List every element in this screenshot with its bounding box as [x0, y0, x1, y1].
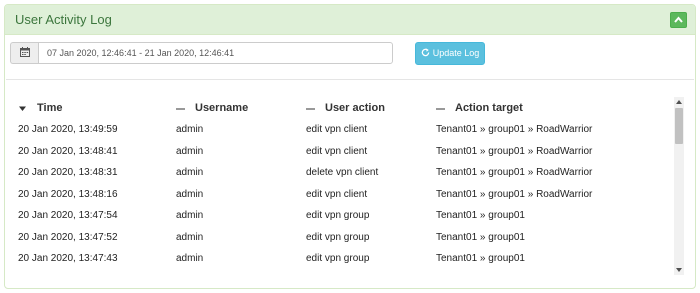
sort-none-icon — [176, 104, 185, 113]
cell-username: admin — [176, 210, 204, 221]
activity-table: Time Username User action Action target … — [6, 97, 678, 275]
sort-none-icon — [436, 104, 445, 113]
cell-time: 20 Jan 2020, 13:48:41 — [18, 145, 118, 157]
cell-action-target: Tenant01 » group01 — [436, 210, 525, 221]
cell-username: admin — [176, 253, 204, 264]
update-log-label: Update Log — [432, 48, 480, 58]
cell-action-target: Tenant01 » group01 » RoadWarrior — [436, 124, 593, 135]
cell-action-target: Tenant01 » group01 » RoadWarrior — [436, 167, 593, 178]
table-header: Time Username User action Action target — [6, 97, 678, 119]
scroll-up-icon[interactable] — [675, 98, 683, 106]
column-label-action-target: Action target — [455, 102, 523, 114]
table-row[interactable]: 20 Jan 2020, 13:47:52 admin edit vpn gro… — [6, 228, 678, 249]
date-range-input[interactable] — [38, 42, 393, 64]
cell-username: admin — [176, 145, 204, 157]
refresh-icon — [421, 48, 430, 59]
sort-desc-icon — [18, 104, 27, 113]
table-row[interactable]: 20 Jan 2020, 13:48:16 admin edit vpn cli… — [6, 185, 678, 206]
cell-user-action: edit vpn client — [306, 188, 368, 200]
panel-heading: User Activity Log — [5, 5, 695, 35]
panel-title: User Activity Log — [15, 12, 112, 27]
cell-time: 20 Jan 2020, 13:47:52 — [18, 231, 118, 243]
cell-user-action: edit vpn group — [306, 210, 370, 221]
table-row[interactable]: 20 Jan 2020, 13:48:41 admin edit vpn cli… — [6, 142, 678, 163]
table-row[interactable]: 20 Jan 2020, 13:47:43 admin edit vpn gro… — [6, 249, 678, 270]
cell-time: 20 Jan 2020, 13:47:43 — [18, 253, 118, 264]
date-range-group — [10, 42, 393, 64]
column-label-user-action: User action — [325, 102, 385, 114]
table-row[interactable]: 20 Jan 2020, 13:48:31 admin delete vpn c… — [6, 163, 678, 184]
cell-action-target: Tenant01 » group01 » RoadWarrior — [436, 145, 593, 157]
cell-time: 20 Jan 2020, 13:48:31 — [18, 167, 118, 178]
table-scrollbar[interactable] — [674, 97, 684, 275]
toolbar-divider — [6, 79, 694, 80]
cell-user-action: edit vpn client — [306, 145, 368, 157]
calendar-addon[interactable] — [10, 42, 38, 64]
collapse-button[interactable] — [670, 11, 687, 28]
table-row[interactable]: 20 Jan 2020, 13:47:54 admin edit vpn gro… — [6, 206, 678, 227]
cell-username: admin — [176, 231, 204, 243]
log-toolbar: Update Log — [10, 41, 485, 65]
cell-username: admin — [176, 167, 204, 178]
cell-time: 20 Jan 2020, 13:48:16 — [18, 188, 118, 200]
cell-username: admin — [176, 124, 204, 135]
cell-time: 20 Jan 2020, 13:47:54 — [18, 210, 118, 221]
column-header-action-target[interactable]: Action target — [436, 101, 523, 115]
column-header-time[interactable]: Time — [18, 101, 62, 115]
cell-user-action: edit vpn group — [306, 231, 370, 243]
cell-action-target: Tenant01 » group01 — [436, 253, 525, 264]
cell-username: admin — [176, 188, 204, 200]
table-row[interactable]: 20 Jan 2020, 13:49:59 admin edit vpn cli… — [6, 120, 678, 141]
calendar-icon — [19, 46, 30, 60]
column-label-time: Time — [37, 102, 63, 114]
cell-action-target: Tenant01 » group01 — [436, 231, 525, 243]
column-header-user-action[interactable]: User action — [306, 101, 385, 115]
scroll-down-icon[interactable] — [675, 266, 683, 274]
cell-time: 20 Jan 2020, 13:49:59 — [18, 124, 118, 135]
column-header-username[interactable]: Username — [176, 101, 248, 115]
cell-user-action: delete vpn client — [306, 167, 379, 178]
sort-none-icon — [306, 104, 315, 113]
cell-user-action: edit vpn group — [306, 253, 370, 264]
chevron-up-icon — [674, 14, 683, 26]
cell-action-target: Tenant01 » group01 » RoadWarrior — [436, 188, 593, 200]
cell-user-action: edit vpn client — [306, 124, 368, 135]
update-log-button[interactable]: Update Log — [415, 41, 485, 65]
scrollbar-thumb[interactable] — [675, 108, 683, 144]
column-label-username: Username — [195, 102, 249, 114]
